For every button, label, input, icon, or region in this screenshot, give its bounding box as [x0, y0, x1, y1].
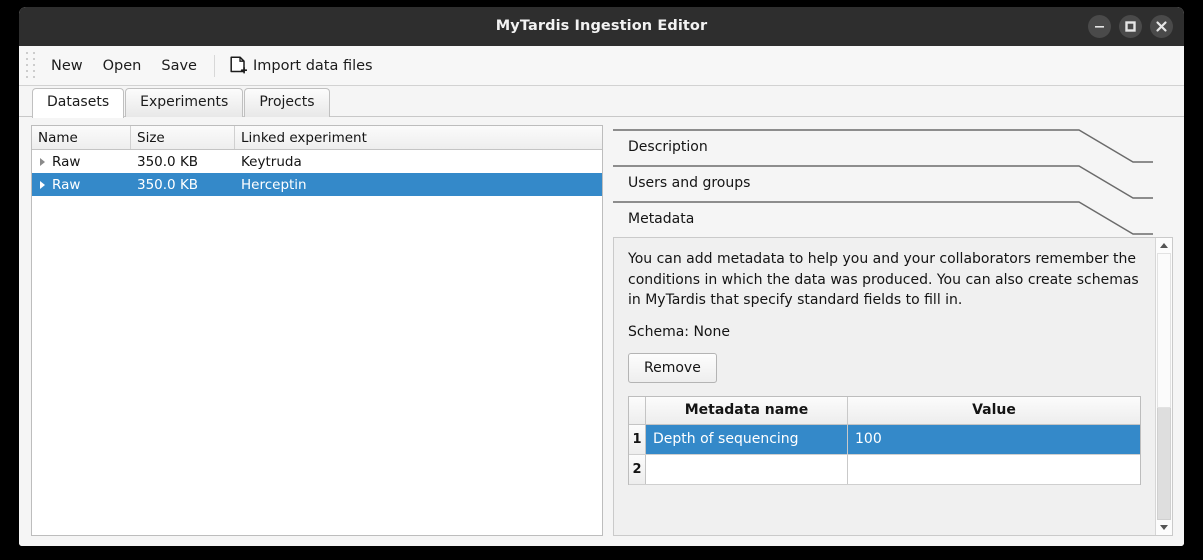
scroll-down-button[interactable]: [1156, 520, 1172, 535]
cell-linked-experiment: Herceptin: [241, 176, 307, 193]
column-header-linked-experiment[interactable]: Linked experiment: [235, 126, 602, 149]
accordion-section-users-and-groups[interactable]: Users and groups: [613, 165, 1173, 201]
accordion-section-description[interactable]: Description: [613, 129, 1173, 165]
expand-arrow-icon[interactable]: [40, 157, 45, 166]
column-header-name[interactable]: Name: [32, 126, 131, 149]
metadata-panel: You can add metadata to help you and you…: [613, 237, 1173, 536]
metadata-panel-content: You can add metadata to help you and you…: [614, 238, 1155, 535]
cell-size: 350.0 KB: [137, 176, 199, 193]
toolbar: New Open Save Import data files: [19, 46, 1184, 86]
metadata-cell-name[interactable]: Depth of sequencing: [646, 424, 848, 454]
metadata-cell-name[interactable]: [646, 454, 848, 484]
metadata-schema-label: Schema: None: [628, 323, 730, 340]
open-button[interactable]: Open: [93, 53, 152, 79]
metadata-table-row[interactable]: 1 Depth of sequencing 100: [629, 424, 1140, 455]
file-add-icon: [230, 55, 247, 73]
metadata-table-row[interactable]: 2: [629, 454, 1140, 485]
scrollbar-thumb[interactable]: [1157, 253, 1171, 408]
triangle-up-icon: [1160, 243, 1168, 248]
tab-experiments[interactable]: Experiments: [125, 88, 244, 117]
table-row[interactable]: Raw 350.0 KB Herceptin: [32, 173, 602, 196]
scroll-up-button[interactable]: [1156, 238, 1172, 253]
cell-linked-experiment: Keytruda: [241, 153, 302, 170]
metadata-corner-cell: [629, 396, 646, 424]
application-window: MyTardis Ingestion Editor New Open Save: [19, 7, 1184, 546]
tab-bar: Datasets Experiments Projects: [19, 86, 1184, 118]
close-button[interactable]: [1150, 15, 1173, 38]
table-row[interactable]: Raw 350.0 KB Keytruda: [32, 150, 602, 173]
remove-button[interactable]: Remove: [628, 352, 717, 383]
details-accordion: Description Users and groups Metadata Yo…: [613, 125, 1173, 536]
close-icon: [1156, 21, 1167, 32]
window-title: MyTardis Ingestion Editor: [495, 18, 708, 34]
metadata-row-number[interactable]: 1: [629, 424, 646, 454]
maximize-icon: [1125, 21, 1136, 32]
accordion-label-description: Description: [628, 139, 708, 155]
toolbar-drag-handle[interactable]: [25, 51, 37, 79]
metadata-column-header-name[interactable]: Metadata name: [646, 396, 848, 424]
import-data-files-label: Import data files: [252, 57, 373, 74]
dataset-table-header: Name Size Linked experiment: [32, 126, 602, 150]
main-content: Name Size Linked experiment Raw 350.0 KB…: [19, 117, 1184, 546]
new-button[interactable]: New: [41, 53, 93, 79]
metadata-row-number[interactable]: 2: [629, 454, 646, 484]
metadata-description: You can add metadata to help you and you…: [628, 251, 1139, 308]
save-button[interactable]: Save: [151, 53, 207, 79]
expand-arrow-icon[interactable]: [40, 180, 45, 189]
maximize-button[interactable]: [1119, 15, 1142, 38]
metadata-cell-value[interactable]: 100: [848, 424, 1140, 454]
triangle-down-icon: [1160, 525, 1168, 530]
minimize-icon: [1095, 26, 1104, 28]
metadata-table: Metadata name Value 1 Depth of sequencin…: [628, 395, 1141, 485]
metadata-cell-value[interactable]: [848, 455, 1140, 484]
metadata-vertical-scrollbar[interactable]: [1155, 238, 1172, 535]
accordion-label-users-and-groups: Users and groups: [628, 175, 751, 191]
cell-size: 350.0 KB: [137, 153, 199, 170]
column-header-size[interactable]: Size: [131, 126, 235, 149]
tab-datasets[interactable]: Datasets: [32, 88, 125, 118]
title-bar: MyTardis Ingestion Editor: [19, 7, 1184, 46]
cell-name: Raw: [52, 153, 81, 170]
scrollbar-track-lower[interactable]: [1157, 407, 1171, 520]
toolbar-separator: [213, 54, 215, 77]
metadata-column-header-value[interactable]: Value: [848, 397, 1140, 424]
window-controls: [1088, 15, 1173, 38]
import-data-files-button[interactable]: Import data files: [222, 52, 381, 80]
dataset-table: Name Size Linked experiment Raw 350.0 KB…: [31, 125, 603, 536]
tab-projects[interactable]: Projects: [244, 88, 330, 117]
accordion-label-metadata: Metadata: [628, 211, 695, 227]
scrollbar-track[interactable]: [1156, 253, 1172, 520]
cell-name: Raw: [52, 176, 81, 193]
minimize-button[interactable]: [1088, 15, 1111, 38]
metadata-table-header: Metadata name Value: [629, 396, 1140, 425]
accordion-section-metadata[interactable]: Metadata: [613, 201, 1173, 237]
